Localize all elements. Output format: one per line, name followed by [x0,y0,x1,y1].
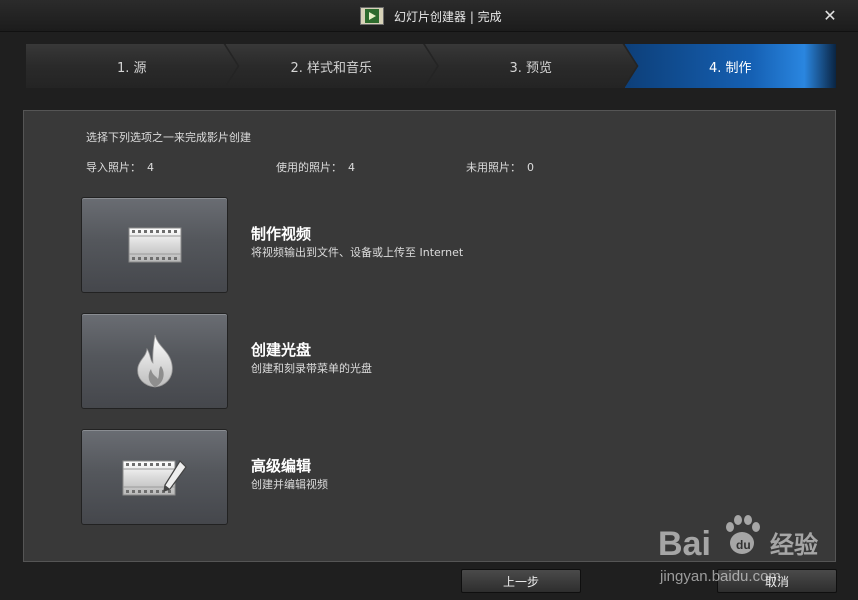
create-disc-button[interactable] [81,313,228,409]
film-strip-icon [128,227,181,263]
stat-imported: 导入照片： 4 [86,159,154,175]
advanced-edit-desc: 创建并编辑视频 [251,478,328,491]
stat-value: 4 [147,161,154,174]
instruction-text: 选择下列选项之一来完成影片创建 [86,131,251,144]
stat-used: 使用的照片： 4 [276,159,355,175]
stat-unused: 未用照片： 0 [466,159,534,175]
produce-panel: 选择下列选项之一来完成影片创建 导入照片： 4 使用的照片： 4 未用照片： 0 [23,110,836,562]
stat-label: 导入照片： [86,161,141,174]
advanced-edit-title: 高级编辑 [251,457,312,475]
film-edit-icon [122,460,187,496]
window-title: 幻灯片创建器 | 完成 [394,9,502,24]
create-disc-desc: 创建和刻录带菜单的光盘 [251,362,372,375]
step-navigation: 1. 源 2. 样式和音乐 3. 预览 4. 制作 [26,44,836,88]
title-group: 幻灯片创建器 | 完成 [356,4,502,28]
stat-label: 未用照片： [466,161,521,174]
cancel-button[interactable]: 取消 [717,569,837,593]
step-source[interactable]: 1. 源 [26,44,238,88]
produce-video-desc: 将视频输出到文件、设备或上传至 Internet [251,246,464,259]
close-icon[interactable]: ✕ [822,8,838,24]
step-produce[interactable]: 4. 制作 [624,44,836,88]
create-disc-title: 创建光盘 [251,341,312,359]
stat-value: 0 [527,161,534,174]
advanced-edit-button[interactable] [81,429,228,525]
step-preview[interactable]: 3. 预览 [425,44,637,88]
back-button[interactable]: 上一步 [461,569,581,593]
photo-stats: 导入照片： 4 使用的照片： 4 未用照片： 0 [86,159,786,175]
flame-icon [136,334,173,388]
produce-video-title: 制作视频 [251,225,312,243]
title-bar: 幻灯片创建器 | 完成 ✕ [0,0,858,32]
slideshow-app-icon [356,5,386,27]
stat-value: 4 [348,161,355,174]
produce-video-button[interactable] [81,197,228,293]
stat-label: 使用的照片： [276,161,342,174]
step-style-music[interactable]: 2. 样式和音乐 [226,44,438,88]
